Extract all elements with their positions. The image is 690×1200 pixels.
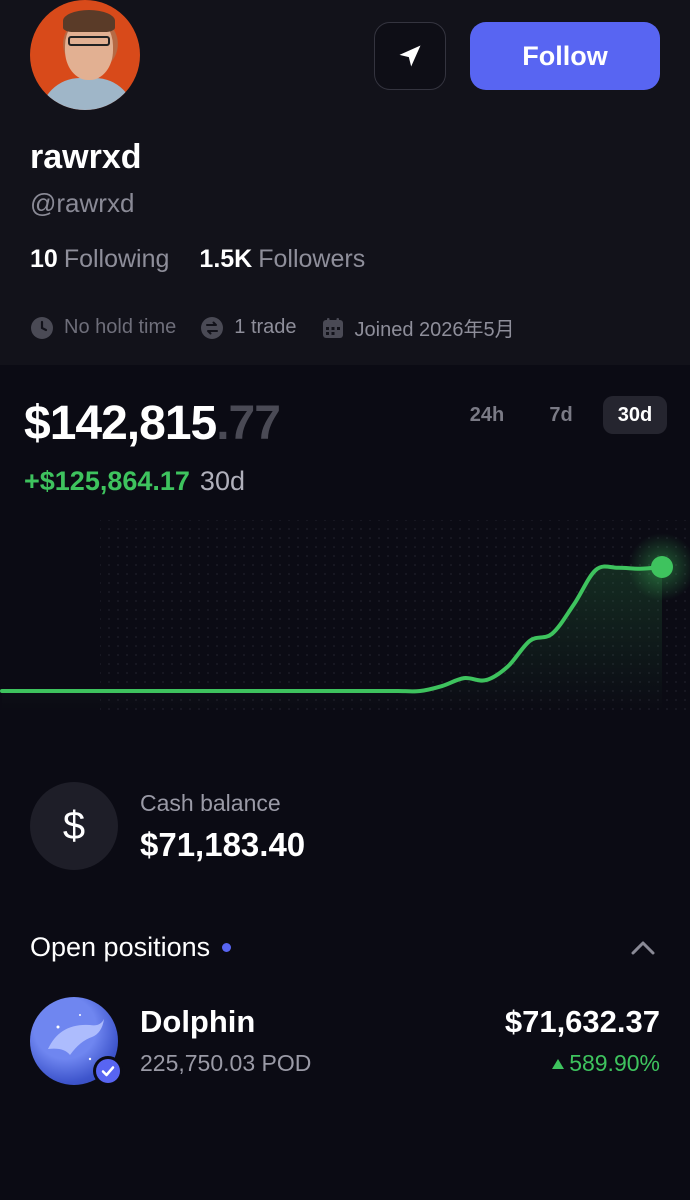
swap-icon: [200, 316, 224, 340]
collapse-positions-button[interactable]: [626, 934, 660, 962]
range-selector: 24h 7d 30d: [455, 396, 667, 434]
position-value: $71,632.37: [504, 1004, 660, 1039]
following-count: 10: [30, 245, 58, 273]
following-label: Following: [63, 245, 170, 273]
live-indicator-dot: [222, 943, 232, 952]
avatar[interactable]: [30, 0, 140, 110]
position-change-percent: 589.90%: [569, 1050, 660, 1076]
balance-main: $142,815: [24, 397, 217, 450]
send-message-button[interactable]: [374, 22, 446, 90]
position-name: Dolphin: [140, 1004, 256, 1039]
hold-time-info: No hold time: [30, 316, 176, 340]
clock-icon: [30, 316, 54, 340]
user-handle: @rawrxd: [30, 188, 135, 218]
cash-balance-value: $71,183.40: [140, 826, 306, 863]
cash-balance-label: Cash balance: [140, 790, 281, 816]
follow-button[interactable]: Follow: [470, 22, 660, 90]
change-amount: +$125,864.17: [24, 466, 190, 496]
followers-stat[interactable]: 1.5K Followers: [199, 245, 365, 274]
portfolio-change: +$125,864.17 30d: [24, 466, 245, 497]
profile-header: Follow rawrxd @rawrxd 10 Following 1.5K Fo…: [0, 0, 690, 365]
change-period: 30d: [199, 466, 245, 496]
display-name: rawrxd: [30, 138, 142, 176]
trades-text: 1 trade: [234, 316, 297, 338]
range-7d-button[interactable]: 7d: [529, 396, 593, 434]
position-change: 589.90%: [551, 1050, 660, 1077]
portfolio-chart[interactable]: [0, 510, 690, 730]
chevron-up-icon: [631, 941, 655, 955]
dollar-icon: $: [30, 782, 118, 870]
position-amount: 225,750.03 POD: [140, 1050, 312, 1076]
triangle-up-icon: [552, 1058, 565, 1069]
joined-text: Joined 2026年5月: [354, 319, 515, 341]
follow-stats: 10 Following 1.5K Followers: [30, 245, 365, 274]
followers-label: Followers: [258, 245, 366, 273]
balance-cents: .77: [216, 397, 281, 450]
trades-info: 1 trade: [200, 316, 297, 340]
followers-count: 1.5K: [199, 245, 253, 273]
profile-meta: No hold time 1 trade Joined 2026年5月: [30, 313, 539, 342]
calendar-icon: [321, 316, 345, 340]
paper-plane-icon: [399, 45, 421, 67]
range-30d-button[interactable]: 30d: [603, 396, 667, 434]
range-24h-button[interactable]: 24h: [455, 396, 519, 434]
verified-badge-icon: [93, 1056, 123, 1086]
open-positions-header: Open positions: [30, 932, 232, 963]
hold-time-text: No hold time: [64, 316, 177, 338]
chart-endpoint-marker[interactable]: [651, 556, 673, 578]
portfolio-balance: $142,815.77: [24, 396, 281, 451]
open-positions-title: Open positions: [30, 932, 211, 962]
joined-info: Joined 2026年5月: [321, 313, 515, 342]
following-stat[interactable]: 10 Following: [30, 245, 169, 274]
